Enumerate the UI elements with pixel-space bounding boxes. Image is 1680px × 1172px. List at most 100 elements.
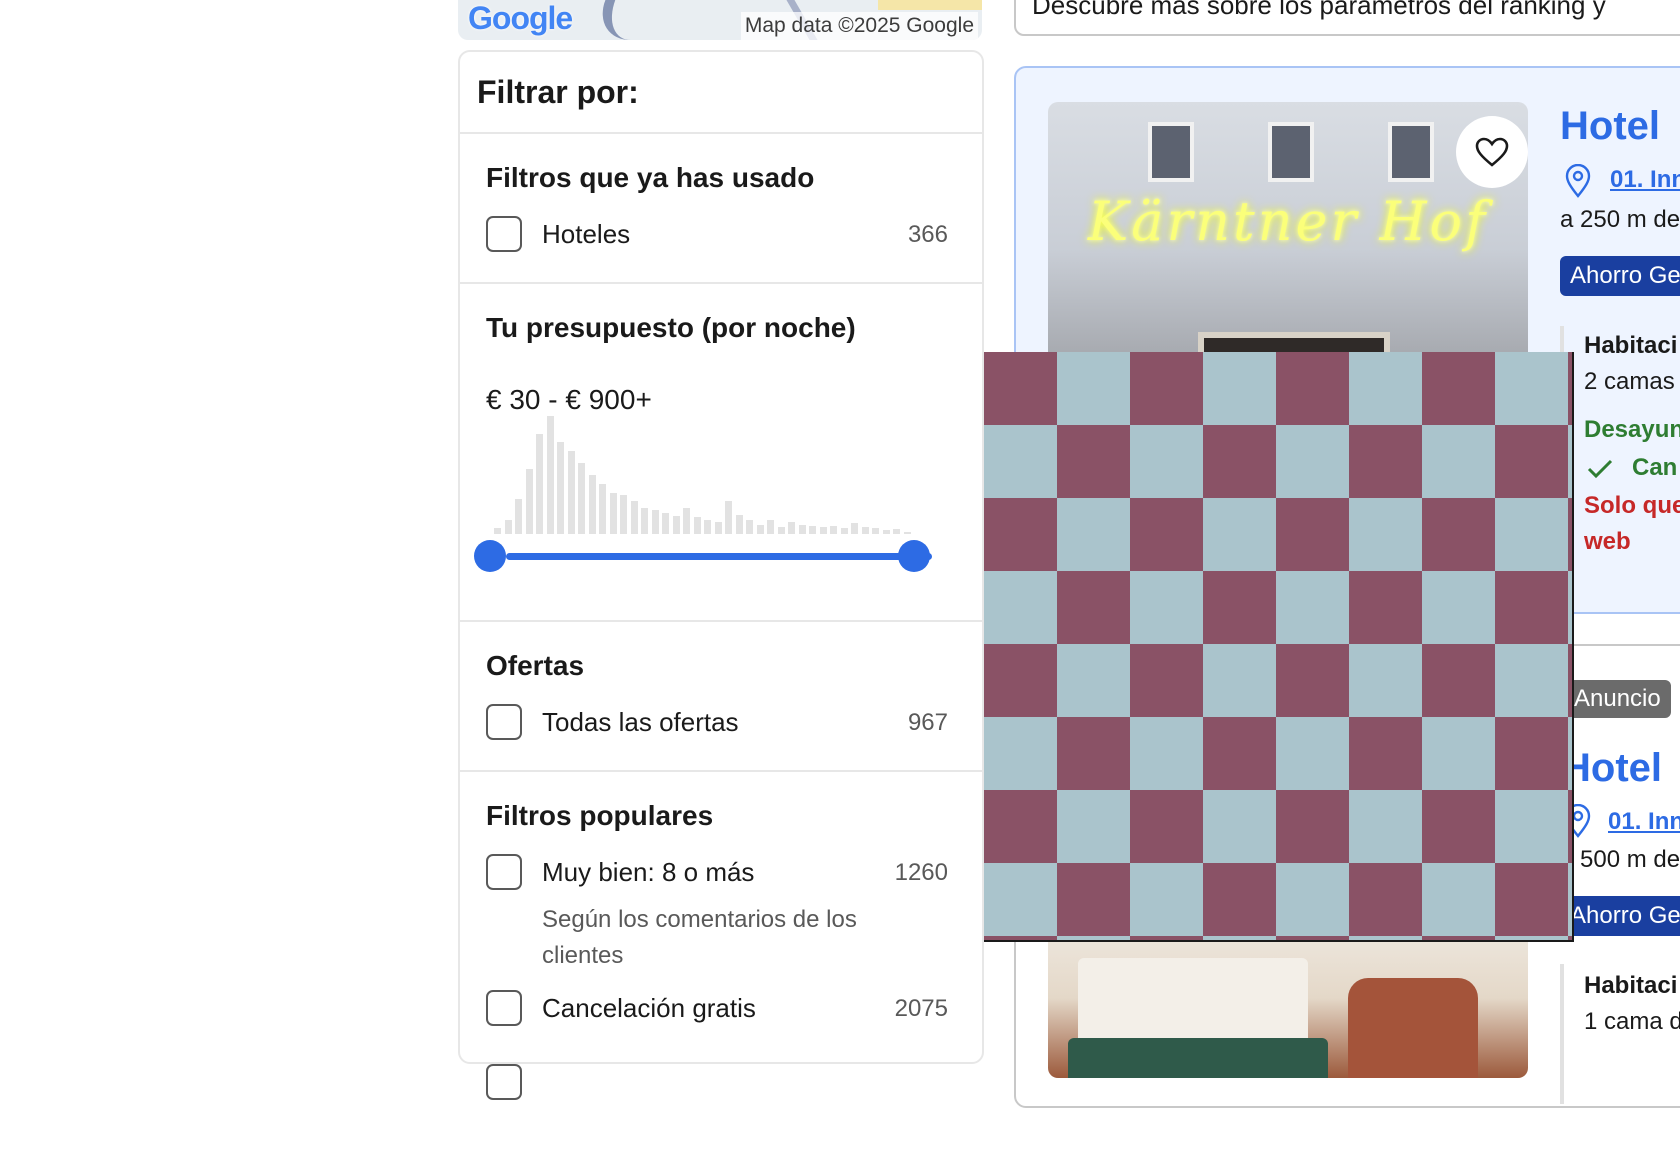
filters-title: Filtrar por: <box>477 74 639 110</box>
photo-bench <box>1068 1038 1328 1078</box>
ranking-info-text: Descubre más sobre los parámetros del ra… <box>1032 0 1606 20</box>
room-title: Habitaci <box>1584 972 1678 999</box>
save-favorite-button[interactable] <box>1456 116 1528 188</box>
histogram-bar <box>567 451 575 534</box>
room-divider <box>1560 964 1564 1104</box>
filters-used-section: Filtros que ya has usado Hoteles 366 <box>460 134 982 284</box>
scarcity-message: Solo que web <box>1584 492 1680 555</box>
breakfast-included: Desayun <box>1584 416 1680 443</box>
popular-filters-section: Filtros populares Muy bien: 8 o más 1260… <box>460 772 982 1172</box>
histogram-bar <box>819 527 827 534</box>
offers-section: Ofertas Todas las ofertas 967 <box>460 622 982 772</box>
google-logo: Google <box>468 0 573 36</box>
histogram-bar <box>630 501 638 534</box>
histogram-bar <box>872 528 879 534</box>
checkbox[interactable] <box>486 704 522 740</box>
histogram-bar <box>546 416 554 534</box>
filters-header: Filtrar por: <box>460 52 982 134</box>
hotel-name-link[interactable]: Hotel <box>1562 746 1662 791</box>
filter-option-count: 967 <box>907 709 948 736</box>
budget-section: Tu presupuesto (por noche) € 30 - € 900+ <box>460 284 982 622</box>
ranking-info-banner[interactable]: Descubre más sobre los parámetros del ra… <box>1014 0 1680 36</box>
filter-option-hoteles[interactable]: Hoteles 366 <box>486 216 948 256</box>
histogram-bar <box>746 520 753 534</box>
popular-filters-heading: Filtros populares <box>486 800 714 831</box>
hotel-name-link[interactable]: Hotel <box>1560 104 1660 149</box>
filter-option-count: 1260 <box>894 859 948 886</box>
filter-option-label: Hoteles <box>542 219 631 249</box>
checkbox[interactable] <box>486 216 522 252</box>
checkerboard-overlay <box>984 352 1574 942</box>
histogram-bar <box>725 501 732 534</box>
histogram-bar <box>578 463 585 534</box>
histogram-bar <box>893 529 900 534</box>
histogram-bar <box>735 515 743 534</box>
price-histogram <box>494 416 914 534</box>
distance-text: a 250 m de <box>1560 206 1680 233</box>
filter-option-muy-bien[interactable]: Muy bien: 8 o más 1260 Según los comenta… <box>486 854 948 969</box>
histogram-bar <box>840 528 848 534</box>
histogram-bar <box>882 530 890 534</box>
filter-option-description: Según los comentarios de los clientes <box>542 906 857 969</box>
histogram-bar <box>609 493 617 534</box>
checkmark-icon <box>1587 459 1613 479</box>
room-beds: 1 cama d <box>1584 1008 1680 1035</box>
deal-badge: Ahorro Ge <box>1560 256 1680 296</box>
histogram-bar <box>788 522 795 534</box>
hotel-photo[interactable] <box>1048 918 1528 1078</box>
histogram-bar <box>641 508 648 534</box>
room-beds: 2 camas <box>1584 368 1675 395</box>
histogram-bar <box>620 495 627 534</box>
free-cancellation: Can <box>1632 454 1678 481</box>
histogram-bar <box>504 520 512 534</box>
location-pin-icon <box>1565 164 1591 198</box>
histogram-bar <box>599 484 606 534</box>
filters-panel: Filtrar por: Filtros que ya has usado Ho… <box>458 50 984 1100</box>
histogram-bar <box>662 513 669 534</box>
histogram-bar <box>704 520 711 534</box>
histogram-bar <box>693 517 701 534</box>
histogram-bar <box>756 525 764 534</box>
map-area <box>878 0 982 10</box>
photo-window <box>1148 122 1194 182</box>
budget-range-text: € 30 - € 900+ <box>486 384 652 415</box>
checkbox[interactable] <box>486 990 522 1026</box>
histogram-bar <box>557 442 564 534</box>
location-link[interactable]: 01. Inn <box>1610 166 1680 194</box>
filter-option-count: 366 <box>907 221 948 248</box>
offers-heading: Ofertas <box>486 650 585 681</box>
histogram-bar <box>851 523 858 534</box>
histogram-bar <box>830 526 837 534</box>
histogram-bar <box>714 522 722 534</box>
histogram-bar <box>683 508 690 534</box>
map-preview[interactable]: Google Map data ©2025 Google <box>458 0 982 40</box>
histogram-bar <box>672 516 680 534</box>
location-link[interactable]: 01. Inn <box>1608 808 1680 836</box>
histogram-bar <box>588 475 596 534</box>
histogram-bar <box>536 434 543 534</box>
photo-window <box>1268 122 1314 182</box>
checkbox[interactable] <box>486 1064 522 1100</box>
filters-used-heading: Filtros que ya has usado <box>486 162 815 193</box>
filter-option-cancelacion-gratis[interactable]: Cancelación gratis 2075 <box>486 990 948 1030</box>
filter-option-label: Muy bien: 8 o más <box>542 857 755 887</box>
filter-option-label: Todas las ofertas <box>542 707 739 737</box>
budget-heading: Tu presupuesto (por noche) <box>486 312 856 343</box>
histogram-bar <box>651 510 659 534</box>
histogram-bar <box>525 469 533 534</box>
filter-option-partial[interactable] <box>486 1064 948 1104</box>
filter-option-count: 2075 <box>894 995 948 1022</box>
map-attribution: Map data ©2025 Google <box>740 12 978 40</box>
budget-slider-track[interactable] <box>506 553 932 560</box>
budget-slider-max-handle[interactable] <box>898 540 930 572</box>
histogram-bar <box>515 499 522 534</box>
checkbox[interactable] <box>486 854 522 890</box>
room-title: Habitaci <box>1584 332 1678 359</box>
histogram-bar <box>777 527 785 534</box>
filter-option-todas-las-ofertas[interactable]: Todas las ofertas 967 <box>486 704 948 744</box>
hotel-sign: Kärntner Hof <box>1087 190 1489 253</box>
filter-option-label: Cancelación gratis <box>542 993 756 1023</box>
distance-text: 500 m de <box>1580 846 1680 873</box>
histogram-bar <box>861 527 869 534</box>
budget-slider-min-handle[interactable] <box>474 540 506 572</box>
